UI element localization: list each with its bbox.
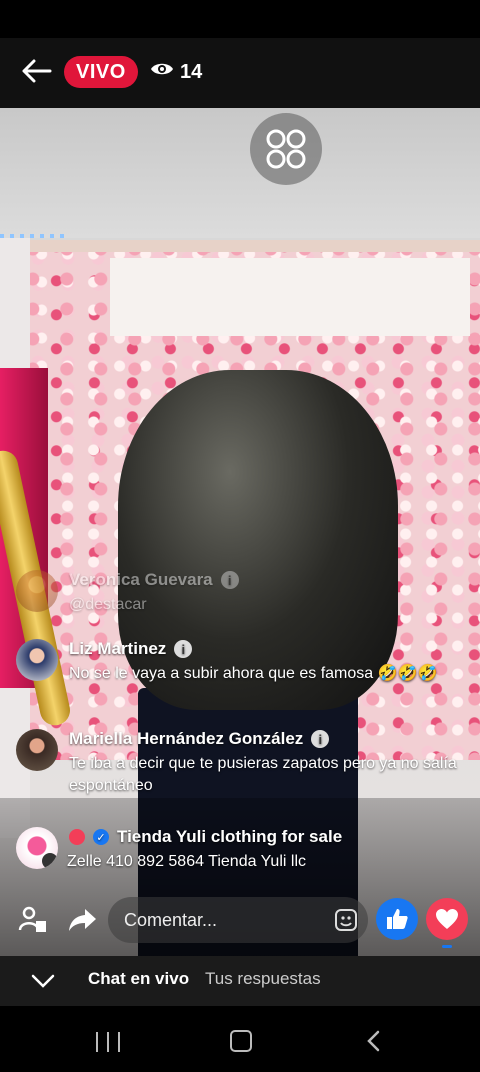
info-icon[interactable]: i <box>220 571 239 589</box>
wall-panel <box>110 258 470 336</box>
comment-text: No se le vaya a subir ahora que es famos… <box>69 665 438 682</box>
recent-apps-icon[interactable] <box>96 1032 120 1052</box>
comment-author-name[interactable]: Veronica Guevara <box>69 570 213 590</box>
comment-author[interactable]: Mariella Hernández González i <box>69 729 330 749</box>
reaction-indicator <box>442 945 452 948</box>
share-icon[interactable] <box>66 903 100 937</box>
avatar[interactable] <box>16 729 58 771</box>
top-bar: VIVO 14 <box>0 38 480 108</box>
comment-author[interactable]: ✓ Tienda Yuli clothing for sale <box>69 827 342 847</box>
tab-your-replies[interactable]: Tus respuestas <box>205 969 321 989</box>
home-icon[interactable] <box>230 1030 252 1052</box>
comment: Veronica Guevara i @destacar <box>16 570 466 620</box>
back-arrow-icon[interactable] <box>20 54 54 88</box>
nav-back-icon[interactable] <box>366 1030 380 1057</box>
admin-badge-icon <box>69 829 85 845</box>
status-bar <box>0 0 480 38</box>
live-badge: VIVO <box>64 56 138 88</box>
invite-icon[interactable] <box>16 903 50 937</box>
info-icon[interactable]: i <box>311 730 330 748</box>
comment-author[interactable]: Liz Martinez i <box>69 639 193 659</box>
comment-placeholder: Comentar... <box>124 909 218 930</box>
comment-author-name[interactable]: Tienda Yuli clothing for sale <box>117 827 342 847</box>
viewer-count-label: 14 <box>180 60 203 83</box>
like-icon[interactable] <box>376 898 418 940</box>
comment-text: Zelle 410 892 5864 Tienda Yuli llc <box>67 853 306 870</box>
comment-text: @destacar <box>69 596 147 613</box>
avatar[interactable] <box>16 639 58 681</box>
system-nav-bar <box>0 1006 480 1072</box>
chevron-down-icon[interactable] <box>28 966 58 996</box>
pin-icon <box>42 853 58 869</box>
comment-text: Te iba a decir que te pusieras zapatos p… <box>69 755 457 794</box>
comment: Liz Martinez i No se le vaya a subir aho… <box>16 639 466 709</box>
action-bar: Comentar... <box>0 895 480 950</box>
chat-tabs: Chat en vivo Tus respuestas <box>0 956 480 1006</box>
info-icon[interactable]: i <box>174 640 193 658</box>
ceiling <box>0 108 480 238</box>
viewer-count: 14 <box>150 56 202 88</box>
heart-icon[interactable] <box>426 898 468 940</box>
comment: Mariella Hernández González i Te iba a d… <box>16 729 466 799</box>
comment-input[interactable]: Comentar... <box>108 897 368 943</box>
avatar[interactable] <box>16 570 58 612</box>
shelf <box>26 240 480 252</box>
mosaic-icon[interactable] <box>250 113 322 185</box>
comment-author-name[interactable]: Liz Martinez <box>69 639 166 659</box>
comment-author[interactable]: Veronica Guevara i <box>69 570 239 590</box>
sticker-icon[interactable] <box>334 908 358 937</box>
comment: ✓ Tienda Yuli clothing for sale Zelle 41… <box>16 827 466 877</box>
eye-icon <box>150 60 174 84</box>
verified-badge-icon: ✓ <box>93 829 109 845</box>
tab-live-chat[interactable]: Chat en vivo <box>88 969 189 989</box>
comment-author-name[interactable]: Mariella Hernández González <box>69 729 303 749</box>
avatar[interactable] <box>16 827 58 869</box>
